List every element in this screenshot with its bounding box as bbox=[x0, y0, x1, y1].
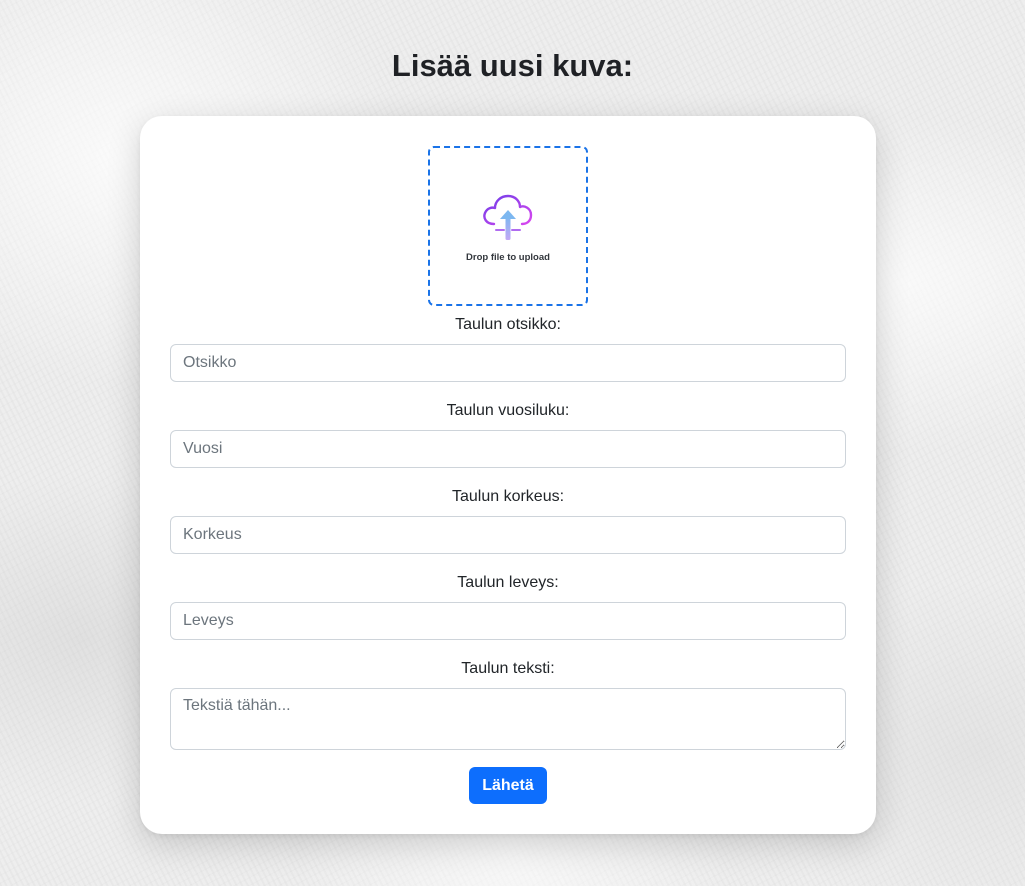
title-input[interactable] bbox=[170, 344, 846, 382]
year-label: Taulun vuosiluku: bbox=[446, 402, 570, 419]
width-label: Taulun leveys: bbox=[457, 574, 559, 591]
title-label: Taulun otsikko: bbox=[455, 316, 561, 333]
text-label: Taulun teksti: bbox=[461, 660, 555, 677]
text-textarea[interactable] bbox=[170, 688, 846, 750]
page-title: Lisää uusi kuva: bbox=[391, 48, 634, 83]
width-input[interactable] bbox=[170, 602, 846, 640]
year-input[interactable] bbox=[170, 430, 846, 468]
upload-form-card: Drop file to upload Taulun otsikko: Taul… bbox=[140, 116, 876, 834]
submit-button[interactable]: Lähetä bbox=[469, 767, 547, 804]
height-label: Taulun korkeus: bbox=[451, 488, 565, 505]
height-input[interactable] bbox=[170, 516, 846, 554]
file-dropzone[interactable]: Drop file to upload bbox=[428, 146, 588, 306]
cloud-upload-icon bbox=[483, 194, 533, 240]
dropzone-label: Drop file to upload bbox=[466, 252, 550, 263]
